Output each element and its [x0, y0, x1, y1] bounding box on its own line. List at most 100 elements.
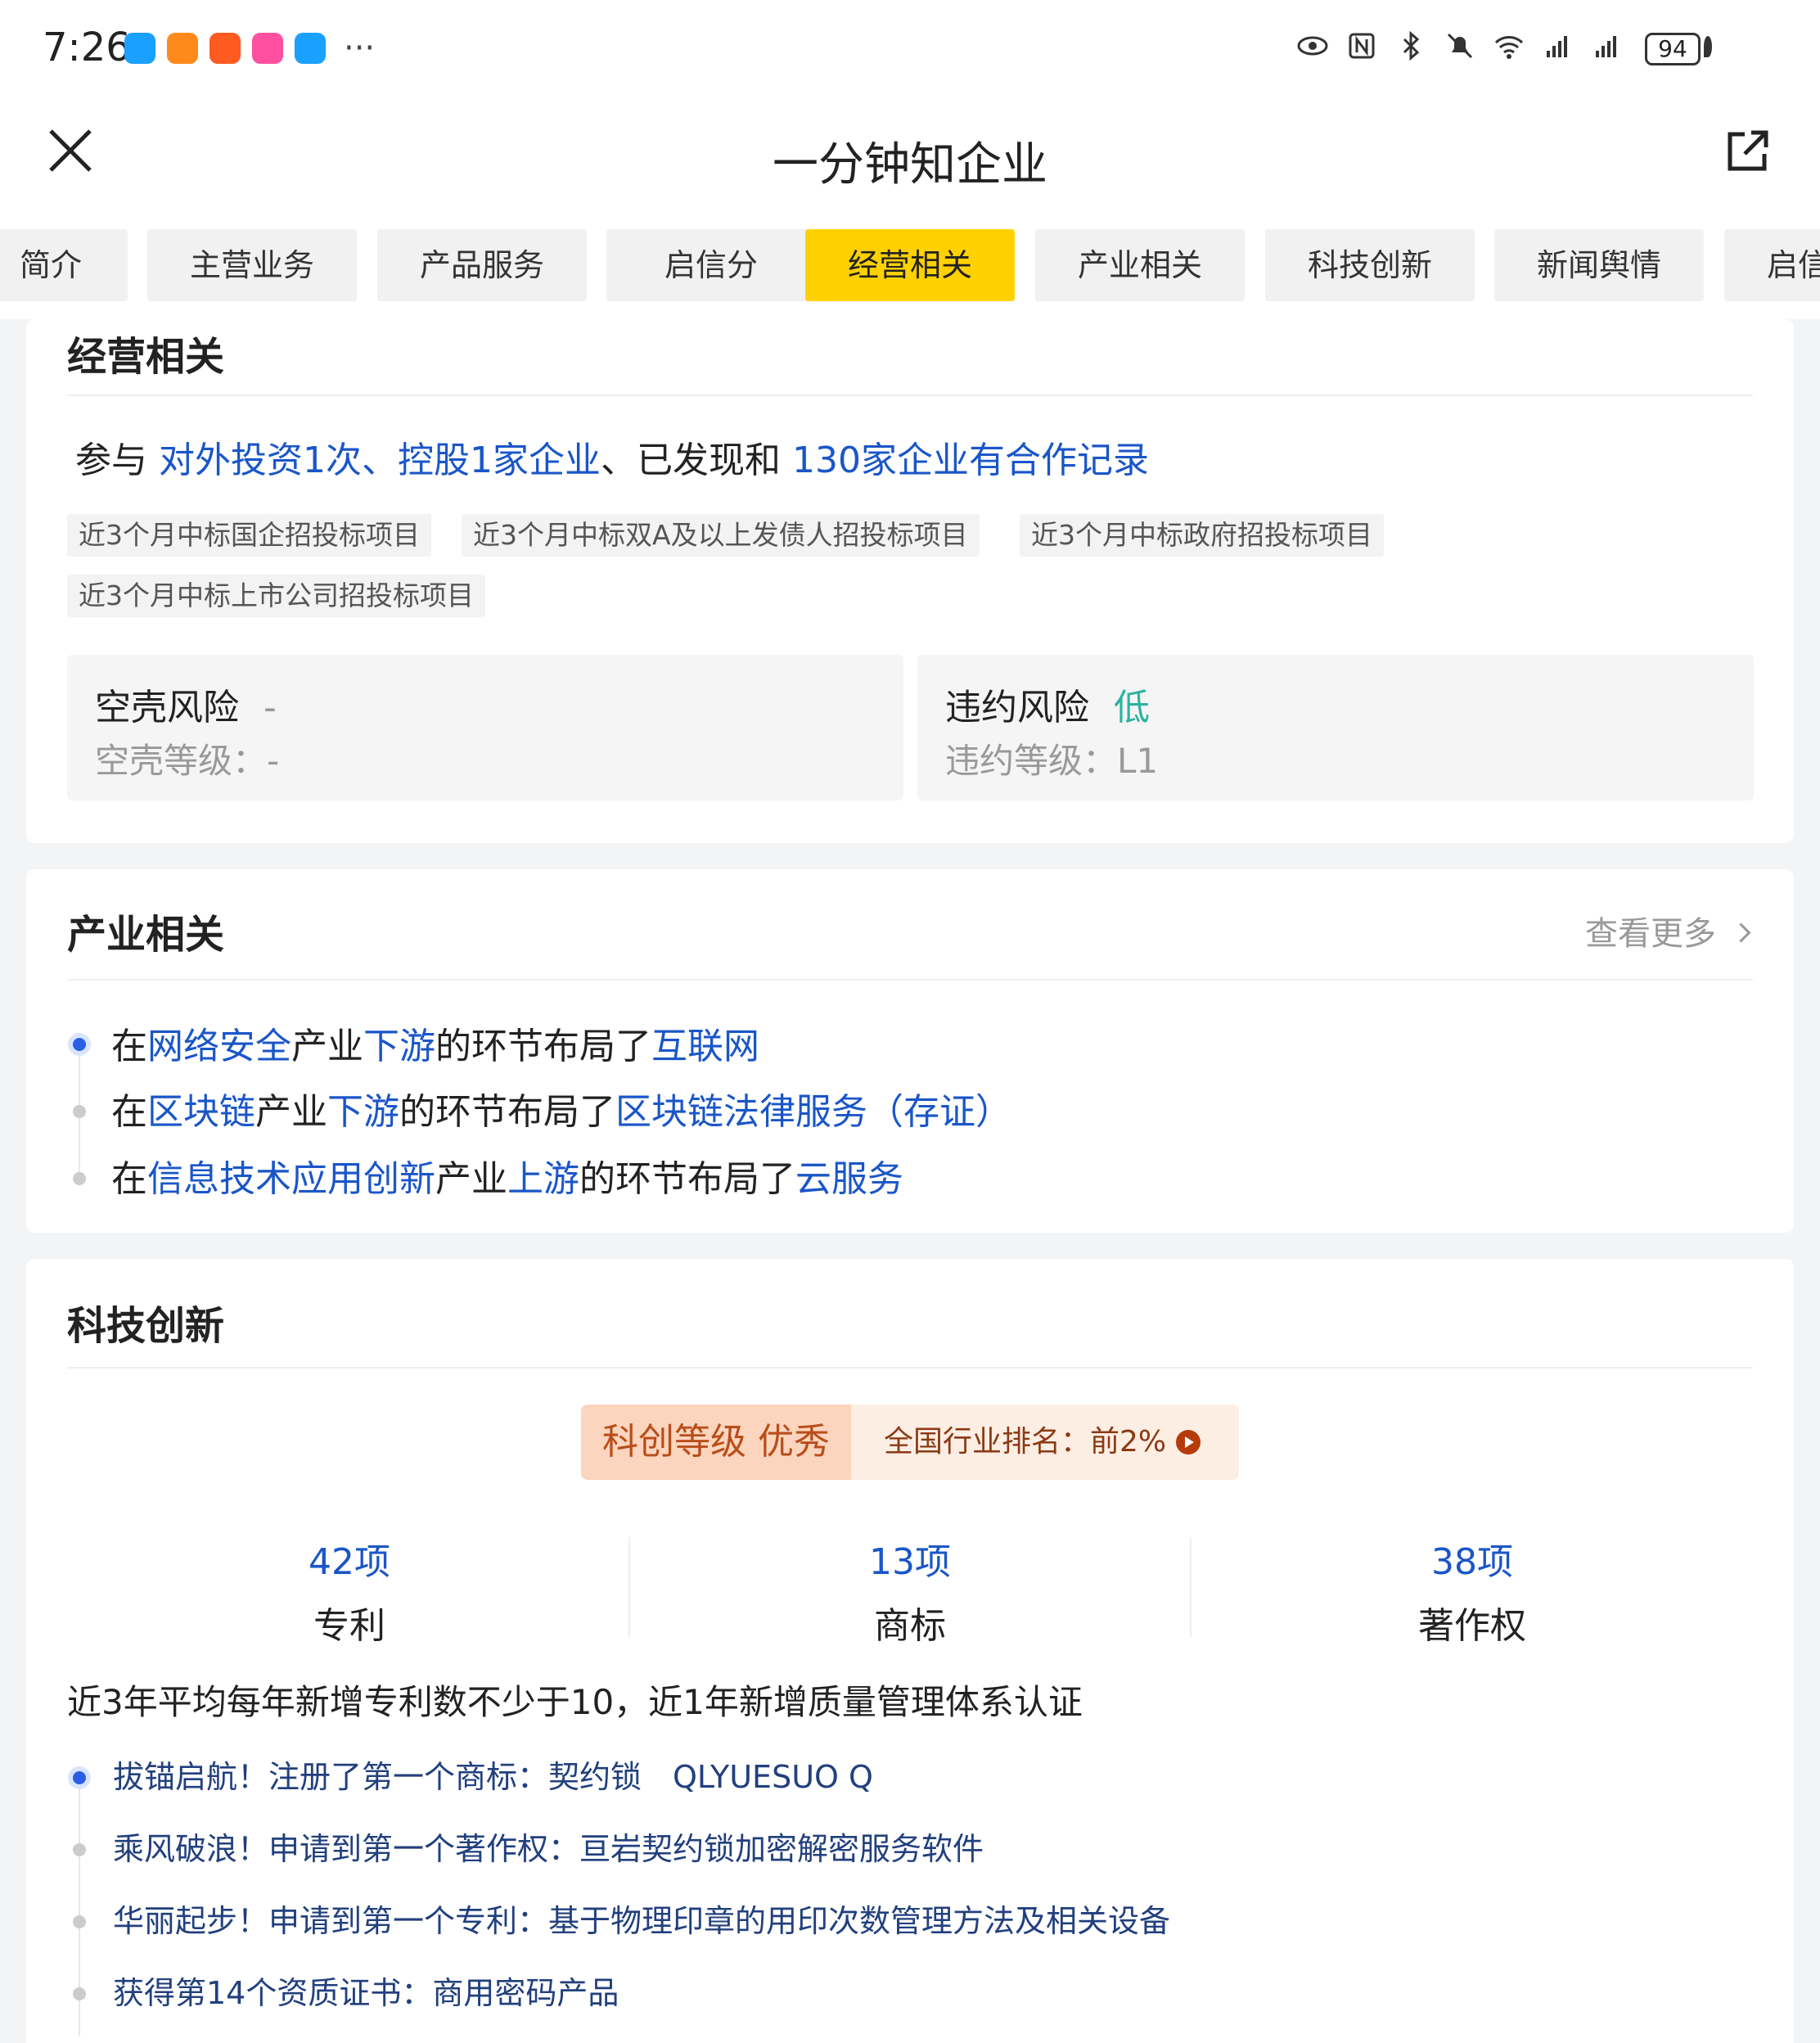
milestone-item[interactable]: 获得第14个资质证书：商用密码产品 — [113, 1968, 619, 2013]
eye-icon — [1297, 36, 1328, 56]
default-level-value: L1 — [1117, 741, 1159, 781]
copyright-count: 38项 — [1431, 1541, 1513, 1583]
industry-item: 在网络安全产业下游的环节布局了互联网 — [111, 1017, 759, 1069]
segment-link[interactable]: 云服务 — [795, 1158, 903, 1200]
signal-icon-2 — [1596, 36, 1616, 57]
text: 的环节布局了 — [435, 1026, 651, 1067]
tab-tech[interactable]: 科技创新 — [1265, 229, 1475, 301]
copyright-label: 著作权 — [1418, 1605, 1526, 1647]
trademark-count: 13项 — [869, 1541, 951, 1583]
position-link[interactable]: 下游 — [363, 1026, 435, 1067]
tech-summary: 近3年平均每年新增专利数不少于10，近1年新增质量管理体系认证 — [67, 1682, 1083, 1722]
tab-main-business[interactable]: 主营业务 — [147, 229, 357, 301]
tab-industry[interactable]: 产业相关 — [1035, 229, 1245, 301]
industry-link[interactable]: 网络安全 — [147, 1026, 291, 1067]
status-time: 7:26 — [43, 25, 131, 70]
bid-tag: 近3个月中标上市公司招投标项目 — [67, 575, 485, 617]
signal-icon — [1547, 36, 1567, 57]
shell-level-label: 空壳等级： — [95, 741, 268, 781]
industry-item: 在区块链产业下游的环节布局了区块链法律服务（存证） — [111, 1082, 1011, 1134]
view-more-link[interactable]: 查看更多 — [1585, 907, 1751, 954]
tab-products[interactable]: 产品服务 — [377, 229, 587, 301]
lala-app-icon — [252, 33, 283, 64]
bid-tag: 近3个月中标政府招投标项目 — [1020, 514, 1384, 557]
industry-link[interactable]: 信息技术应用创新 — [147, 1158, 435, 1200]
mute-bell-icon — [1447, 33, 1473, 59]
shell-risk-label: 空壳风险 — [95, 687, 239, 728]
summary-mid: 、已发现和 — [601, 440, 792, 481]
status-bar: 7:26 ··· 94 — [0, 0, 1820, 101]
patent-label: 专利 — [313, 1605, 385, 1647]
view-more-label: 查看更多 — [1585, 915, 1716, 953]
industry-link[interactable]: 区块链 — [147, 1091, 255, 1133]
tab-news[interactable]: 新闻舆情 — [1494, 229, 1704, 301]
shell-level-value: - — [267, 741, 280, 781]
eco-leaf-icon — [1704, 36, 1712, 57]
cloud-app-icon-2 — [295, 33, 326, 64]
text: 产业 — [255, 1091, 327, 1133]
shell-risk-value: - — [264, 687, 277, 728]
text: 的环节布局了 — [579, 1158, 795, 1200]
text: 在 — [111, 1026, 147, 1067]
tech-card: 科技创新 科创等级 优秀 全国行业排名：前2% 42项 专利 13项 商标 38… — [26, 1259, 1794, 2043]
summary-prefix: 参与 — [75, 440, 159, 481]
section-tabs: 简介 主营业务 产品服务 启信分 经营相关 产业相关 科技创新 新闻舆情 启信 — [0, 208, 1820, 319]
tech-grade-badge[interactable]: 科创等级 优秀 全国行业排名：前2% — [581, 1405, 1239, 1480]
operations-title: 经营相关 — [67, 334, 225, 380]
system-icons — [1296, 29, 1624, 62]
top-navbar: 一分钟知企业 — [0, 101, 1820, 210]
default-level-label: 违约等级： — [945, 741, 1118, 781]
bid-tag: 近3个月中标国企招投标项目 — [67, 514, 431, 557]
divider — [67, 395, 1753, 396]
copyright-stat[interactable]: 38项 著作权 — [1190, 1532, 1755, 1648]
default-risk-value: 低 — [1114, 687, 1150, 728]
tab-intro[interactable]: 简介 — [0, 229, 128, 301]
tech-grade-label: 科创等级 优秀 — [581, 1405, 851, 1480]
position-link[interactable]: 下游 — [327, 1091, 399, 1133]
default-risk-box: 违约风险低 违约等级：L1 — [917, 655, 1754, 801]
tech-title: 科技创新 — [67, 1303, 225, 1349]
page-title: 一分钟知企业 — [773, 138, 1047, 192]
position-link[interactable]: 上游 — [507, 1158, 579, 1200]
tab-qixin-score[interactable]: 启信分 — [606, 229, 816, 301]
timeline-dot — [73, 1771, 86, 1784]
divider — [67, 1367, 1753, 1369]
more-notifications-icon: ··· — [344, 29, 376, 67]
play-icon — [1176, 1430, 1201, 1454]
cooperation-link[interactable]: 130家企业有合作记录 — [792, 440, 1149, 481]
milestone-item[interactable]: 乘风破浪！申请到第一个著作权：亘岩契约锁加密解密服务软件 — [113, 1824, 984, 1869]
cloud-app-icon — [124, 33, 155, 64]
tab-qixin-more[interactable]: 启信 — [1724, 229, 1820, 301]
operations-card: 经营相关 参与 对外投资1次、控股1家企业、已发现和 130家企业有合作记录 近… — [26, 319, 1794, 843]
timeline-dot — [73, 1987, 86, 2000]
industry-card: 产业相关 查看更多 在网络安全产业下游的环节布局了互联网 在区块链产业下游的环节… — [26, 869, 1794, 1233]
timeline-dot — [73, 1105, 86, 1118]
battery-indicator: 94 — [1645, 33, 1701, 65]
share-icon[interactable] — [1723, 128, 1771, 175]
divider — [67, 979, 1753, 981]
shell-risk-box: 空壳风险 - 空壳等级：- — [67, 655, 903, 801]
segment-link[interactable]: 区块链法律服务（存证） — [615, 1091, 1011, 1133]
text: 在 — [111, 1158, 147, 1200]
patent-count: 42项 — [309, 1541, 390, 1583]
investment-link[interactable]: 对外投资1次、控股1家企业 — [159, 440, 601, 481]
wifi-icon — [1494, 36, 1524, 59]
milestone-item[interactable]: 华丽起步！申请到第一个专利：基于物理印章的用印次数管理方法及相关设备 — [113, 1896, 1170, 1941]
trademark-stat[interactable]: 13项 商标 — [628, 1532, 1192, 1648]
operations-summary: 参与 对外投资1次、控股1家企业、已发现和 130家企业有合作记录 — [75, 431, 1149, 483]
notification-icons: ··· — [124, 29, 376, 67]
text: 在 — [111, 1091, 147, 1133]
taobao-app-icon — [209, 33, 241, 64]
default-risk-label: 违约风险 — [945, 687, 1089, 728]
milestone-item[interactable]: 拔锚启航！注册了第一个商标：契约锁 QLYUESUO Q — [113, 1752, 873, 1797]
bid-tag: 近3个月中标双A及以上发债人招投标项目 — [462, 514, 980, 557]
patent-stat[interactable]: 42项 专利 — [67, 1532, 632, 1648]
segment-link[interactable]: 互联网 — [651, 1026, 759, 1067]
tab-operations[interactable]: 经营相关 — [805, 229, 1015, 301]
bluetooth-icon — [1403, 30, 1420, 61]
industry-item: 在信息技术应用创新产业上游的环节布局了云服务 — [111, 1149, 903, 1202]
timeline-dot — [73, 1843, 86, 1856]
nfc-icon — [1349, 33, 1375, 59]
industry-title: 产业相关 — [67, 912, 225, 958]
text: 的环节布局了 — [399, 1091, 615, 1133]
